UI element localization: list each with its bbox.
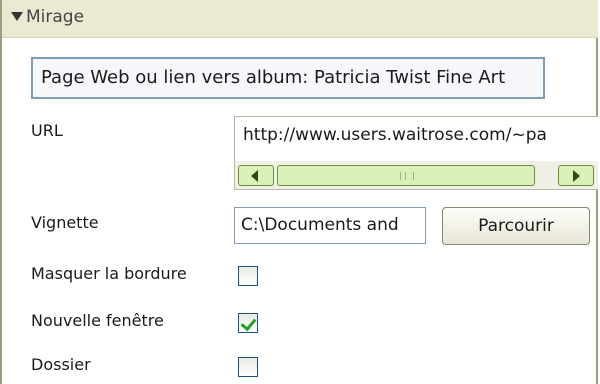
browse-button[interactable]: Parcourir [442,207,590,245]
new-window-checkbox[interactable] [238,313,258,333]
section-header[interactable]: Mirage [2,0,598,38]
arrow-left-icon [251,170,258,182]
arrow-right-icon [573,170,580,182]
section-title: Mirage [26,7,85,27]
thumbnail-path-input[interactable]: C:\Documents and [234,207,426,244]
url-label: URL [31,121,63,140]
scroll-left-button[interactable] [238,165,274,186]
new-window-label: Nouvelle fenêtre [31,311,164,330]
hide-border-checkbox[interactable] [238,266,258,286]
collapse-triangle-icon[interactable] [11,12,23,21]
folder-checkbox[interactable] [238,357,258,377]
scroll-right-button[interactable] [558,165,594,186]
checkmark-icon [240,314,257,332]
url-field[interactable]: http://www.users.waitrose.com/~pa [234,116,598,190]
scrollbar-thumb[interactable] [277,165,535,186]
thumbnail-label: Vignette [31,213,99,232]
mirage-panel: Mirage Page Web ou lien vers album: Patr… [0,0,598,384]
album-link-button[interactable]: Page Web ou lien vers album: Patricia Tw… [31,57,545,99]
folder-label: Dossier [31,355,91,374]
grip-icon [400,172,414,180]
horizontal-scrollbar[interactable] [235,161,598,189]
url-value: http://www.users.waitrose.com/~pa [243,125,547,145]
hide-border-label: Masquer la bordure [31,264,187,283]
